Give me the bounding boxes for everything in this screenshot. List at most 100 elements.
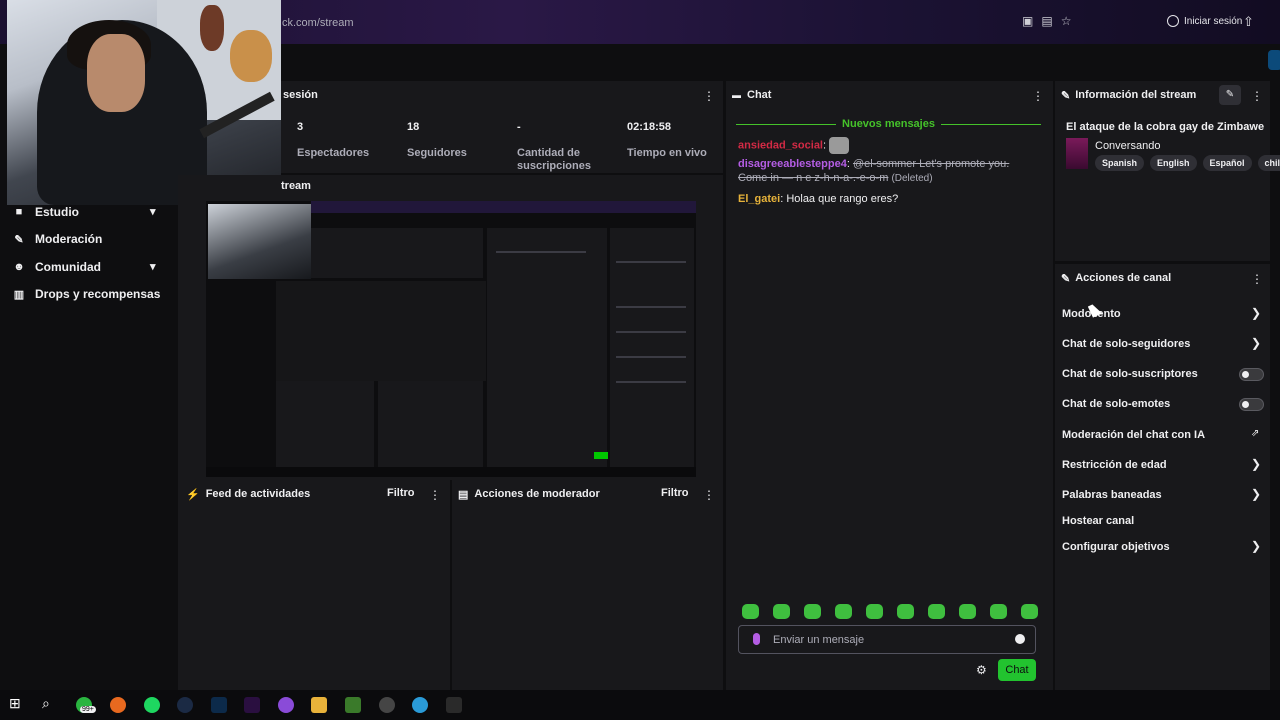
- microphone-icon[interactable]: [753, 633, 760, 645]
- mod-actions-title: Acciones de moderador: [474, 488, 600, 500]
- subscribers-only-toggle[interactable]: [1239, 368, 1264, 381]
- action-set-goals[interactable]: Configurar objetivos: [1062, 541, 1262, 553]
- channel-actions-title: Acciones de canal: [1075, 272, 1172, 284]
- more-options-icon[interactable]: ⋮: [429, 488, 441, 502]
- stream-preview-video[interactable]: [206, 201, 696, 477]
- action-followers-only[interactable]: Chat de solo-seguidores: [1062, 338, 1262, 350]
- channel-actions-header: ✎ Acciones de canal: [1055, 264, 1270, 292]
- chat-username[interactable]: ansiedad_social: [738, 139, 823, 151]
- action-subscribers-only: Chat de solo-suscriptores: [1062, 368, 1198, 380]
- action-host-channel[interactable]: Hostear canal: [1062, 515, 1262, 527]
- edit-pencil-icon[interactable]: ✎: [1219, 85, 1241, 105]
- session-panel: sesión ⋮ 3 Espectadores 18 Seguidores - …: [281, 81, 723, 173]
- preview-stream-panel: [276, 281, 486, 381]
- chat-bubble-icon: ▬: [732, 90, 741, 100]
- preview-line: [616, 381, 686, 383]
- tag-chip[interactable]: English: [1150, 155, 1197, 171]
- obs-icon[interactable]: [379, 697, 395, 713]
- os-taskbar: ⊞ ⌕ 99+: [0, 690, 1280, 720]
- preview-actions-panel: [610, 228, 694, 468]
- emoji-icon[interactable]: [1015, 634, 1025, 644]
- search-icon[interactable]: ⌕: [42, 695, 58, 711]
- session-title: sesión: [283, 89, 318, 101]
- chat-username[interactable]: El_gatei: [738, 193, 780, 205]
- preview-line: [616, 331, 686, 333]
- star-icon[interactable]: ☆: [1061, 14, 1072, 28]
- premiere-icon[interactable]: [244, 697, 260, 713]
- url-text[interactable]: ck.com/stream: [282, 17, 354, 29]
- gear-icon[interactable]: ⚙: [976, 663, 987, 677]
- emote-icon[interactable]: [928, 604, 945, 619]
- preview-chat-panel: [487, 228, 607, 468]
- spotify-icon[interactable]: [144, 697, 160, 713]
- chevron-right-icon[interactable]: ❯: [1251, 336, 1261, 350]
- edge-sidebar-icon[interactable]: [1268, 50, 1280, 70]
- filter-button[interactable]: Filtro: [387, 487, 415, 499]
- sidebar-item-label: Drops y recompensas: [35, 287, 161, 302]
- epic-games-icon[interactable]: [446, 697, 462, 713]
- folder-icon[interactable]: [311, 697, 327, 713]
- sidebar-item-estudio[interactable]: ■ Estudio ▾: [0, 198, 176, 226]
- emote-icon[interactable]: [835, 604, 852, 619]
- more-options-icon[interactable]: ⋮: [703, 89, 715, 103]
- emote-icon[interactable]: [1021, 604, 1038, 619]
- windows-start-icon[interactable]: ⊞: [9, 695, 25, 711]
- app-icon[interactable]: [345, 697, 361, 713]
- chevron-right-icon[interactable]: ❯: [1251, 487, 1261, 501]
- chat-message: ansiedad_social:: [738, 137, 1038, 154]
- preview-webcam: [208, 204, 311, 279]
- sidebar-item-label: Estudio: [35, 204, 79, 219]
- stream-info-panel: ✎ Información del stream ✎ ⋮ El ataque d…: [1055, 81, 1280, 261]
- chat-message-input[interactable]: Enviar un mensaje: [738, 625, 1036, 654]
- bolt-icon: ⚡: [186, 488, 200, 501]
- picture-in-picture-icon[interactable]: ▣: [1022, 14, 1033, 28]
- chevron-down-icon[interactable]: ▾: [150, 260, 156, 273]
- stat-value: 3: [297, 121, 304, 133]
- more-options-icon[interactable]: ⋮: [1251, 89, 1263, 103]
- emote-icon[interactable]: [773, 604, 790, 619]
- emote-icon[interactable]: [897, 604, 914, 619]
- action-age-restriction[interactable]: Restricción de edad: [1062, 459, 1262, 471]
- emote-icon[interactable]: [990, 604, 1007, 619]
- action-ai-moderation[interactable]: Moderación del chat con IA: [1062, 429, 1262, 441]
- emote-icon[interactable]: [804, 604, 821, 619]
- action-banned-words[interactable]: Palabras baneadas: [1062, 489, 1262, 501]
- emote-icon[interactable]: [866, 604, 883, 619]
- tag-chip[interactable]: chill: [1257, 155, 1280, 171]
- extensions-icon[interactable]: ⇧: [1243, 14, 1254, 30]
- preview-line: [616, 306, 686, 308]
- new-messages-divider[interactable]: Nuevos mensajes: [736, 118, 1041, 130]
- shield-icon: ▤: [458, 488, 469, 501]
- stream-preview-header: tream: [178, 175, 723, 197]
- sidebar-item-drops[interactable]: ▥ Drops y recompensas: [0, 281, 176, 309]
- steam-icon[interactable]: [177, 697, 193, 713]
- sidebar-item-moderacion[interactable]: ✎ Moderación: [0, 226, 176, 254]
- emote-icon[interactable]: [742, 604, 759, 619]
- photoshop-icon[interactable]: [211, 697, 227, 713]
- signin-button[interactable]: Iniciar sesión: [1167, 15, 1242, 27]
- more-options-icon[interactable]: ⋮: [1032, 89, 1044, 103]
- tag-chip[interactable]: Spanish: [1095, 155, 1145, 171]
- emote-icon[interactable]: [959, 604, 976, 619]
- chevron-right-icon[interactable]: ❯: [1251, 306, 1261, 320]
- streamer-face: [87, 34, 145, 112]
- preview-line: [616, 261, 686, 263]
- chevron-right-icon[interactable]: ❯: [1251, 539, 1261, 553]
- firefox-icon[interactable]: [110, 697, 126, 713]
- emotes-only-toggle[interactable]: [1239, 398, 1264, 411]
- chevron-right-icon[interactable]: ❯: [1251, 457, 1261, 471]
- telegram-icon[interactable]: [412, 697, 428, 713]
- more-options-icon[interactable]: ⋮: [703, 488, 715, 502]
- category-text[interactable]: Conversando: [1095, 140, 1160, 152]
- chat-username[interactable]: disagreeablesteppe4: [738, 158, 847, 170]
- filter-button[interactable]: Filtro: [661, 487, 689, 499]
- reader-icon[interactable]: ▤: [1041, 14, 1052, 28]
- sidebar-item-comunidad[interactable]: ☻ Comunidad ▾: [0, 253, 176, 281]
- more-options-icon[interactable]: ⋮: [1251, 272, 1263, 286]
- chevron-down-icon[interactable]: ▾: [150, 205, 156, 218]
- tag-chip[interactable]: Español: [1202, 155, 1252, 171]
- external-link-icon[interactable]: ⇗: [1251, 428, 1259, 439]
- discord-icon[interactable]: [278, 697, 294, 713]
- chat-message-text: Holaa que rango eres?: [786, 193, 899, 205]
- chat-send-button[interactable]: Chat: [998, 659, 1036, 681]
